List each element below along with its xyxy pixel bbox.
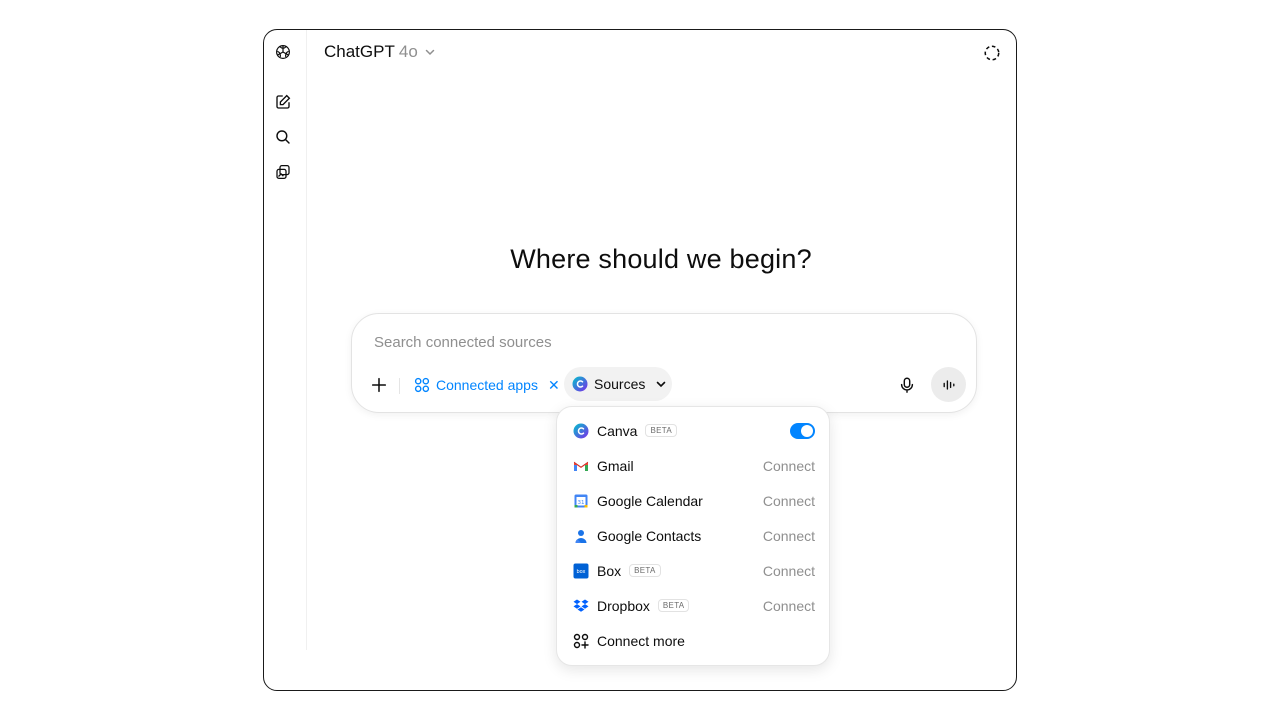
connected-apps-label: Connected apps [436,377,538,393]
box-icon: box [573,563,589,579]
close-icon[interactable]: ✕ [548,377,560,394]
page-title: Where should we begin? [510,244,812,274]
svg-text:box: box [576,569,585,575]
sources-label: Sources [594,376,646,392]
model-name: ChatGPT [324,42,395,61]
library-icon[interactable] [272,161,294,183]
dropbox-icon [573,598,589,614]
connected-apps-chip[interactable]: Connected apps ✕ [414,374,560,396]
app-window: ChatGPT 4o Where should we begin? Connec… [263,29,1017,691]
search-input[interactable] [372,328,936,356]
beta-badge: BETA [657,599,690,612]
sources-button[interactable]: Sources [564,367,672,401]
chevron-down-icon [425,49,435,56]
composer: Connected apps ✕ Sources [351,313,977,413]
source-label: Canva [597,422,638,439]
source-label: Connect more [597,632,685,649]
canva-toggle[interactable] [790,422,815,439]
model-version: 4o [398,42,418,61]
source-label: Box [597,562,622,579]
source-item-dropbox[interactable]: Dropbox BETA Connect [557,588,829,623]
microphone-icon[interactable] [896,374,918,396]
source-item-google-contacts[interactable]: Google Contacts Connect [557,518,829,553]
source-label: Google Contacts [597,527,702,544]
apps-plus-icon [573,633,589,649]
svg-text:31: 31 [578,500,585,506]
edit-icon[interactable] [272,91,294,113]
waveform-icon [943,379,954,390]
connect-link[interactable]: Connect [763,493,815,509]
source-item-google-calendar[interactable]: 31 Google Calendar Connect [557,483,829,518]
connect-link[interactable]: Connect [763,598,815,614]
source-item-canva[interactable]: Canva BETA [557,413,829,448]
source-item-connect-more[interactable]: Connect more [557,623,829,658]
apps-icon [414,377,430,393]
chevron-down-icon [657,381,666,388]
connect-link[interactable]: Connect [763,563,815,579]
model-picker[interactable]: ChatGPT 4o [324,42,436,62]
source-item-gmail[interactable]: Gmail Connect [557,448,829,483]
beta-badge: BETA [645,424,677,437]
google-calendar-icon: 31 [573,493,589,509]
connect-link[interactable]: Connect [763,528,815,544]
voice-mode-button[interactable] [931,367,966,402]
plus-icon[interactable] [368,374,390,396]
source-label: Google Calendar [597,492,703,509]
dashed-circle-icon[interactable] [982,43,1002,63]
canva-icon [572,376,588,392]
search-icon[interactable] [272,126,294,148]
source-label: Gmail [597,457,634,474]
canva-icon [573,423,589,439]
sources-dropdown: Canva BETA Gmail Connect 31 Google Calen… [556,406,830,666]
openai-logo-icon[interactable] [272,41,294,63]
gmail-icon [573,458,589,474]
composer-divider [399,378,400,394]
connect-link[interactable]: Connect [763,458,815,474]
google-contacts-icon [573,528,589,544]
sidebar [264,30,307,650]
source-label: Dropbox [597,597,650,614]
source-item-box[interactable]: box Box BETA Connect [557,553,829,588]
beta-badge: BETA [629,564,661,577]
